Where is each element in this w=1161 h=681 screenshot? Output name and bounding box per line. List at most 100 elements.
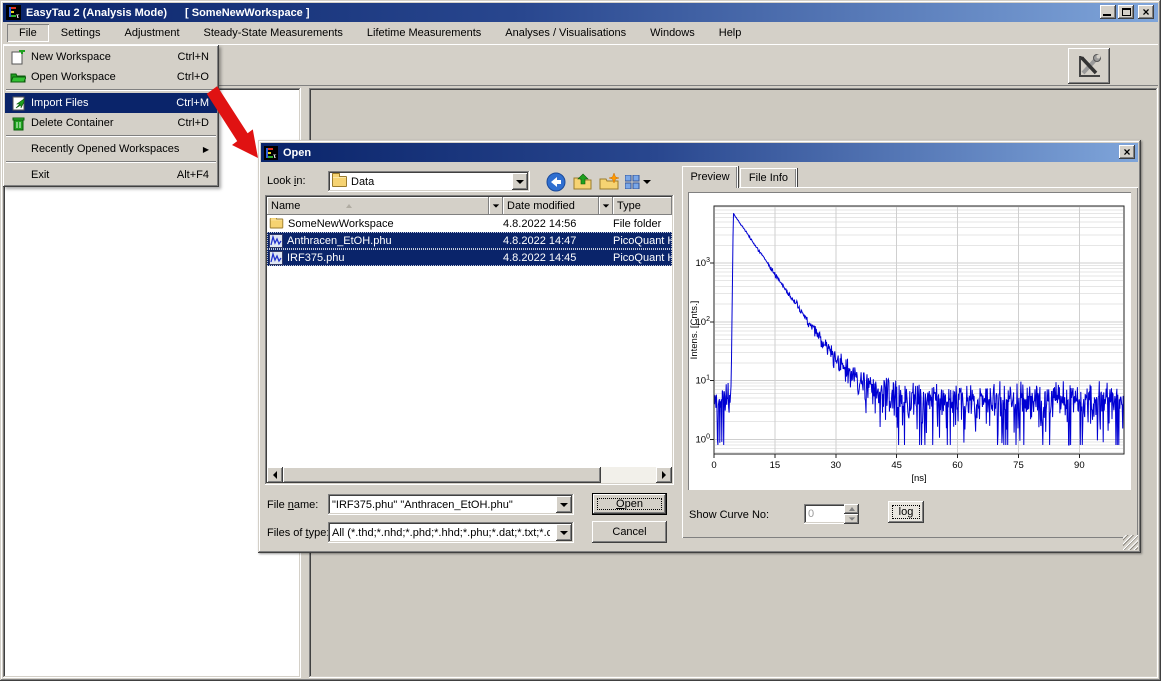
tab-preview[interactable]: Preview <box>682 166 739 188</box>
minimize-button[interactable] <box>1100 5 1116 19</box>
menu-settings[interactable]: Settings <box>49 24 113 42</box>
svg-text:45: 45 <box>891 460 902 471</box>
column-header-type[interactable]: Type <box>613 197 672 215</box>
file-row-somenewworkspace[interactable]: SomeNewWorkspace 4.8.2022 14:56 File fol… <box>267 215 672 232</box>
menu-windows[interactable]: Windows <box>638 24 707 42</box>
scroll-left-button[interactable] <box>267 467 283 483</box>
spinner-down-button[interactable] <box>844 514 859 524</box>
menu-separator <box>6 135 216 137</box>
chevron-down-icon <box>603 204 609 207</box>
file-name-value: "IRF375.phu" "Anthracen_EtOH.phu" <box>332 499 550 511</box>
open-button[interactable]: Open <box>592 493 667 515</box>
curve-number-value[interactable]: 0 <box>804 504 846 524</box>
create-new-folder-button[interactable] <box>597 171 621 192</box>
file-name-combobox[interactable]: "IRF375.phu" "Anthracen_EtOH.phu" <box>328 494 574 515</box>
red-annotation-arrow <box>206 86 268 166</box>
svg-text:Intens. [Cnts.]: Intens. [Cnts.] <box>689 301 700 360</box>
dialog-titlebar: τ Open × <box>261 143 1138 162</box>
column-header-date-modified[interactable]: Date modified <box>503 197 599 215</box>
tools-icon <box>1075 52 1103 80</box>
up-one-level-button[interactable] <box>571 171 595 192</box>
arrow-up-icon <box>849 507 855 511</box>
files-of-type-label: Files of type: <box>267 527 329 539</box>
column-filter-button-name[interactable] <box>489 197 503 215</box>
file-row-irf375[interactable]: IRF375.phu 4.8.2022 14:45 PicoQuant H <box>267 249 672 266</box>
file-menu-popup: New Workspace Ctrl+N Open Workspace Ctrl… <box>3 45 219 187</box>
menu-item-recently-opened-workspaces[interactable]: Recently Opened Workspaces ▶ <box>5 139 217 159</box>
views-icon <box>625 175 640 189</box>
dialog-title: Open <box>283 147 311 159</box>
file-list-body: SomeNewWorkspace 4.8.2022 14:56 File fol… <box>267 215 672 467</box>
files-of-type-combobox[interactable]: All (*.thd;*.nhd;*.phd;*.hhd;*.phu;*.dat… <box>328 522 574 543</box>
column-header-name[interactable]: Name <box>267 197 489 215</box>
window-title-app: EasyTau 2 (Analysis Mode) <box>26 7 167 19</box>
svg-text:90: 90 <box>1074 460 1085 471</box>
cancel-button[interactable]: Cancel <box>592 521 667 543</box>
phu-file-icon <box>269 234 283 248</box>
dialog-close-button[interactable]: × <box>1119 145 1135 159</box>
up-folder-icon <box>573 173 593 191</box>
file-name-dropdown-button[interactable] <box>556 496 572 513</box>
import-files-icon <box>5 96 31 111</box>
log-scale-toggle-button[interactable]: log <box>888 501 924 523</box>
back-button[interactable] <box>544 171 568 192</box>
dialog-resize-grip[interactable] <box>1123 535 1138 550</box>
views-menu-button[interactable] <box>622 171 654 192</box>
tab-file-info[interactable]: File Info <box>740 168 798 188</box>
chevron-down-icon <box>493 204 499 207</box>
show-curve-label: Show Curve No: <box>689 509 769 521</box>
file-list: Name Date modified Type SomeNewWorkspace… <box>265 195 674 485</box>
delete-container-icon <box>5 116 31 131</box>
menu-item-new-workspace[interactable]: New Workspace Ctrl+N <box>5 47 217 67</box>
adjustment-tools-button[interactable] <box>1068 48 1110 84</box>
spinner-up-button[interactable] <box>844 504 859 514</box>
preview-chart: 0153045607590100101102103[ns]Intens. [Cn… <box>688 192 1131 490</box>
menu-item-import-files[interactable]: Import Files Ctrl+M <box>5 93 217 113</box>
arrow-down-icon <box>848 517 854 520</box>
svg-text:0: 0 <box>711 460 716 471</box>
curve-number-spinner[interactable]: 0 <box>804 504 859 524</box>
file-list-horizontal-scrollbar[interactable] <box>267 467 672 483</box>
svg-text:[ns]: [ns] <box>911 473 926 484</box>
files-of-type-value: All (*.thd;*.nhd;*.phd;*.hhd;*.phu;*.dat… <box>332 527 550 539</box>
files-of-type-dropdown-button[interactable] <box>556 524 572 541</box>
open-workspace-icon <box>5 71 31 83</box>
menubar: File Settings Adjustment Steady-State Me… <box>3 22 1158 44</box>
preview-panel: 0153045607590100101102103[ns]Intens. [Cn… <box>682 187 1138 538</box>
svg-text:101: 101 <box>696 375 711 387</box>
menu-item-exit[interactable]: Exit Alt+F4 <box>5 165 217 185</box>
new-workspace-icon <box>5 50 31 65</box>
look-in-dropdown-button[interactable] <box>512 173 528 190</box>
look-in-value: Data <box>351 176 506 188</box>
sort-ascending-icon <box>346 204 352 208</box>
window-controls: × <box>1098 5 1154 19</box>
close-button[interactable]: × <box>1138 5 1154 19</box>
scrollbar-thumb[interactable] <box>283 467 601 483</box>
new-folder-icon <box>599 173 619 191</box>
menu-steady-state-measurements[interactable]: Steady-State Measurements <box>192 24 355 42</box>
scrollbar-track[interactable] <box>601 467 656 483</box>
folder-icon <box>332 176 347 187</box>
svg-text:60: 60 <box>952 460 963 471</box>
menu-adjustment[interactable]: Adjustment <box>112 24 191 42</box>
scroll-right-button[interactable] <box>656 467 672 483</box>
file-row-anthracen-etoh[interactable]: Anthracen_EtOH.phu 4.8.2022 14:47 PicoQu… <box>267 232 672 249</box>
arrow-right-icon <box>662 471 666 479</box>
back-icon <box>546 172 566 192</box>
menu-lifetime-measurements[interactable]: Lifetime Measurements <box>355 24 493 42</box>
menu-item-delete-container[interactable]: Delete Container Ctrl+D <box>5 113 217 133</box>
column-filter-button-date[interactable] <box>599 197 613 215</box>
close-icon: × <box>1123 145 1130 159</box>
maximize-button[interactable] <box>1118 5 1134 19</box>
chevron-down-icon <box>643 180 651 184</box>
svg-text:100: 100 <box>696 433 711 445</box>
window-titlebar: τ EasyTau 2 (Analysis Mode) [ SomeNewWor… <box>3 3 1158 22</box>
menu-analyses-visualisations[interactable]: Analyses / Visualisations <box>493 24 638 42</box>
look-in-combobox[interactable]: Data <box>328 171 530 192</box>
menu-file[interactable]: File <box>7 24 49 42</box>
menu-item-open-workspace[interactable]: Open Workspace Ctrl+O <box>5 67 217 87</box>
menu-help[interactable]: Help <box>707 24 754 42</box>
file-name-label: File name: <box>267 499 318 511</box>
close-icon: × <box>1142 5 1149 19</box>
svg-text:75: 75 <box>1013 460 1024 471</box>
